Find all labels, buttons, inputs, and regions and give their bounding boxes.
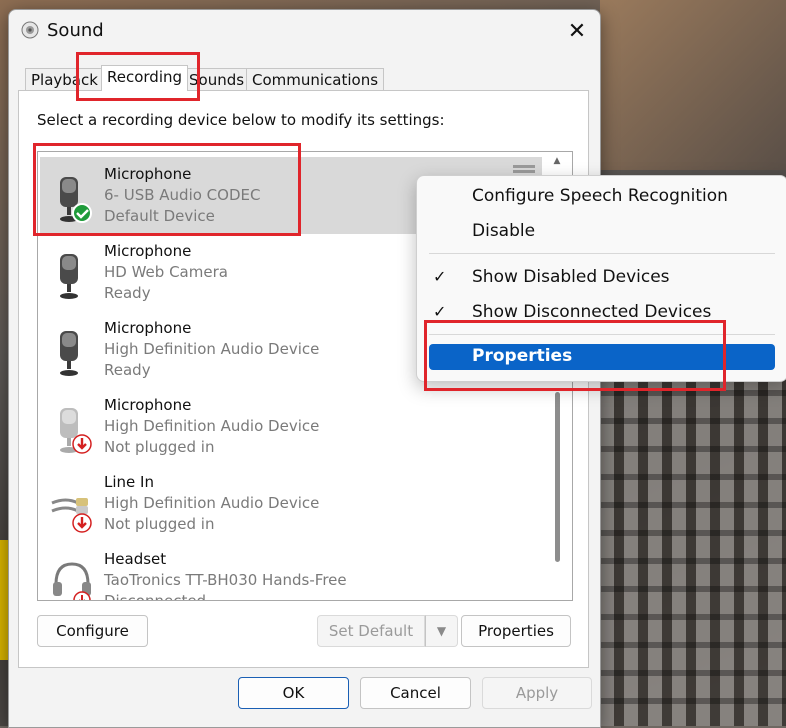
device-name: Microphone [104,319,192,337]
menu-separator [429,334,775,335]
menu-item-show-disconnected-devices[interactable]: ✓ Show Disconnected Devices [429,297,775,329]
audio-cable-icon [51,498,92,533]
microphone-icon [60,254,78,299]
tab-communications[interactable]: Communications [246,68,385,90]
menu-item-label: Configure Speech Recognition [472,186,728,206]
list-item-line-in[interactable]: Line In High Definition Audio Device Not… [40,465,542,542]
device-status: Not plugged in [104,438,215,456]
device-status: Ready [104,284,151,302]
menu-separator [429,253,775,254]
device-description: HD Web Camera [104,263,228,281]
microphone-icon [60,177,92,223]
menu-item-label: Disable [472,221,536,241]
configure-button[interactable]: Configure [37,615,148,647]
menu-item-label: Show Disabled Devices [472,267,670,287]
checkmark-icon: ✓ [433,302,447,321]
device-name: Line In [104,473,154,491]
microphone-icon [60,408,92,454]
scrollbar-thumb[interactable] [555,392,560,562]
window-title: Sound [47,20,104,41]
device-status: Not plugged in [104,515,215,533]
list-item-headset[interactable]: Headset TaoTronics TT-BH030 Hands-Free D… [40,542,542,601]
close-icon[interactable]: ✕ [562,16,592,46]
checkmark-icon: ✓ [433,267,447,286]
menu-item-disable[interactable]: Disable [429,216,775,248]
instruction-text: Select a recording device below to modif… [37,111,445,129]
microphone-icon [60,331,78,376]
speaker-icon [21,21,39,39]
chevron-down-icon[interactable]: ▼ [425,615,458,647]
device-description: TaoTronics TT-BH030 Hands-Free [104,571,347,589]
device-status: Ready [104,361,151,379]
device-name: Microphone [104,242,192,260]
check-badge-icon [72,203,92,223]
menu-item-properties[interactable]: Properties [429,344,775,370]
menu-item-configure-speech-recognition[interactable]: Configure Speech Recognition [429,181,775,213]
menu-item-label: Show Disconnected Devices [472,302,712,322]
context-menu: Configure Speech Recognition Disable ✓ S… [416,175,786,382]
apply-button[interactable]: Apply [482,677,592,709]
tab-recording[interactable]: Recording [101,65,189,91]
device-name: Microphone [104,165,192,183]
tab-sounds[interactable]: Sounds [183,68,251,90]
menu-item-show-disabled-devices[interactable]: ✓ Show Disabled Devices [429,262,775,294]
list-item-unplugged-microphone[interactable]: Microphone High Definition Audio Device … [40,388,542,465]
properties-button[interactable]: Properties [461,615,571,647]
scroll-up-icon[interactable]: ▲ [551,156,563,170]
cancel-button[interactable]: Cancel [360,677,471,709]
headset-icon [53,562,91,600]
set-default-button[interactable]: Set Default [317,615,425,647]
device-name: Microphone [104,396,192,414]
device-description: High Definition Audio Device [104,340,320,358]
device-status: Disconnected [104,592,207,601]
device-name: Headset [104,550,167,568]
device-description: High Definition Audio Device [104,494,320,512]
title-bar: Sound ✕ [9,10,600,52]
ok-button[interactable]: OK [238,677,349,709]
menu-item-label: Properties [472,346,573,366]
tab-playback[interactable]: Playback [25,68,104,90]
device-description: 6- USB Audio CODEC [104,186,261,204]
device-description: High Definition Audio Device [104,417,320,435]
device-status: Default Device [104,207,215,225]
